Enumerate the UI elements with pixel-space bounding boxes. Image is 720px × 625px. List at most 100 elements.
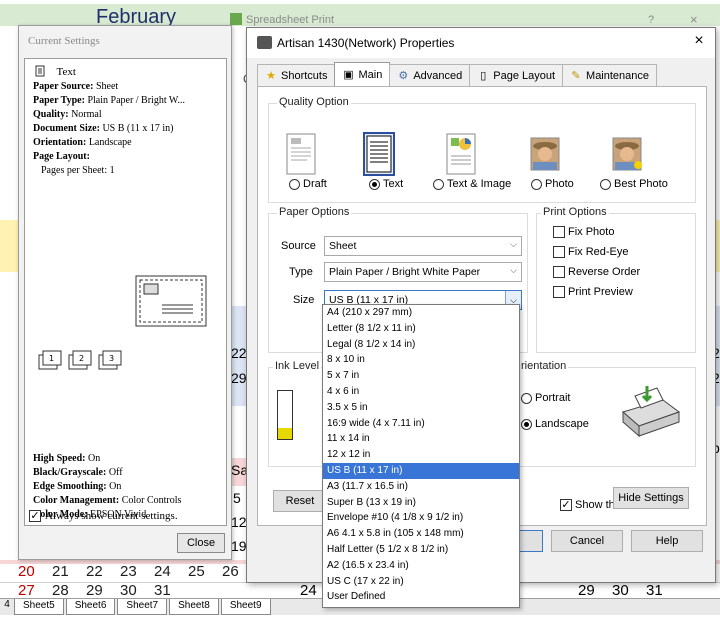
- checkbox-checked-icon[interactable]: ✓: [560, 499, 572, 511]
- sheet-scroll-label[interactable]: 4: [0, 599, 14, 615]
- help-button[interactable]: ?: [648, 14, 654, 26]
- tab-label: Maintenance: [586, 69, 650, 82]
- tab-advanced[interactable]: ⚙ Advanced: [389, 64, 471, 86]
- photo-radio[interactable]: Photo: [531, 178, 574, 190]
- tab-main[interactable]: ▣ Main: [334, 62, 391, 86]
- size-option[interactable]: US C (17 x 22 in): [323, 574, 519, 590]
- setting-row: Quality: Normal: [33, 109, 102, 120]
- tab-shortcuts[interactable]: ★ Shortcuts: [257, 64, 336, 86]
- size-option[interactable]: 5 x 7 in: [323, 368, 519, 384]
- size-option[interactable]: 11 x 14 in: [323, 431, 519, 447]
- setting-label: Edge Smoothing:: [33, 481, 107, 492]
- radio-selected-icon[interactable]: [521, 418, 532, 430]
- size-option[interactable]: User Defined: [323, 589, 519, 605]
- size-option[interactable]: Letter (8 1/2 x 11 in): [323, 321, 519, 337]
- draft-radio[interactable]: Draft: [289, 178, 327, 190]
- size-option[interactable]: A3 (11.7 x 16.5 in): [323, 479, 519, 495]
- calendar-day: 30: [612, 582, 629, 599]
- checkbox-icon[interactable]: [553, 246, 565, 258]
- setting-row: Edge Smoothing: On: [33, 481, 121, 492]
- size-option[interactable]: Envelope #10 (4 1/8 x 9 1/2 in): [323, 510, 519, 526]
- quality-option-group: Quality Option Draft Text Text & Image P…: [268, 96, 696, 203]
- hide-settings-button[interactable]: Hide Settings: [613, 487, 689, 509]
- calendar-day: 22: [86, 563, 103, 580]
- sheet-tab[interactable]: Sheet6: [65, 599, 116, 615]
- best-photo-radio[interactable]: Best Photo: [600, 178, 668, 190]
- media-label: Text: [56, 66, 76, 78]
- radio-icon[interactable]: [600, 178, 611, 190]
- text-image-radio[interactable]: Text & Image: [433, 178, 511, 190]
- size-option[interactable]: US B (11 x 17 in): [323, 462, 519, 479]
- setting-row: Orientation: Landscape: [33, 137, 132, 148]
- radio-label: Photo: [545, 178, 574, 190]
- portrait-radio[interactable]: Portrait: [521, 392, 570, 404]
- print-preview-checkbox[interactable]: Print Preview: [553, 286, 633, 298]
- radio-icon[interactable]: [521, 392, 532, 404]
- group-label: rientation: [519, 360, 569, 372]
- size-option[interactable]: 3.5 x 5 in: [323, 400, 519, 416]
- size-option[interactable]: 4 x 6 in: [323, 384, 519, 400]
- size-option[interactable]: A6 4.1 x 5.8 in (105 x 148 mm): [323, 526, 519, 542]
- sheet-tab[interactable]: Sheet5: [14, 599, 64, 615]
- size-option[interactable]: 16:9 wide (4 x 7.11 in): [323, 416, 519, 432]
- size-option[interactable]: Super B (13 x 19 in): [323, 495, 519, 511]
- close-button[interactable]: ×: [689, 32, 709, 50]
- fix-red-eye-checkbox[interactable]: Fix Red-Eye: [553, 246, 629, 258]
- checkbox-icon[interactable]: [553, 266, 565, 278]
- checkbox-icon[interactable]: [553, 226, 565, 238]
- gear-icon: ⚙: [398, 69, 409, 82]
- sheet-tab[interactable]: Sheet8: [169, 599, 219, 615]
- checkbox-checked-icon[interactable]: ✓: [29, 510, 41, 522]
- group-label: Quality Option: [277, 96, 351, 108]
- radio-icon[interactable]: [433, 178, 444, 190]
- radio-selected-icon[interactable]: [369, 178, 380, 190]
- svg-text:1: 1: [49, 354, 54, 363]
- checkbox-icon[interactable]: [553, 286, 565, 298]
- reverse-order-checkbox[interactable]: Reverse Order: [553, 266, 640, 278]
- group-label: Print Options: [541, 206, 609, 218]
- calendar-day: 27: [18, 582, 35, 599]
- close-button[interactable]: ×: [690, 12, 698, 27]
- fix-photo-checkbox[interactable]: Fix Photo: [553, 226, 614, 238]
- source-select[interactable]: Sheet ⌵: [324, 236, 522, 256]
- setting-row: Color Management: Color Controls: [33, 495, 181, 506]
- size-option[interactable]: Legal (8 1/2 x 14 in): [323, 337, 519, 353]
- setting-row: Paper Source: Sheet: [33, 81, 118, 92]
- text-radio[interactable]: Text: [369, 178, 403, 190]
- tab-maintenance[interactable]: ✎ Maintenance: [562, 64, 658, 86]
- ink-level-bar: [277, 390, 293, 440]
- size-option[interactable]: Half Letter (5 1/2 x 8 1/2 in): [323, 542, 519, 558]
- close-button[interactable]: Close: [177, 533, 225, 553]
- calendar-row: 27 28 29 30 31: [18, 582, 188, 599]
- type-select[interactable]: Plain Paper / Bright White Paper ⌵: [324, 262, 522, 282]
- reset-button[interactable]: Reset: [273, 490, 327, 512]
- bg-date: 29: [231, 370, 247, 386]
- calendar-day: 30: [120, 582, 137, 599]
- help-button[interactable]: Help: [631, 530, 703, 552]
- printer-icon: [257, 36, 272, 49]
- radio-icon[interactable]: [289, 178, 300, 190]
- size-option[interactable]: 12 x 12 in: [323, 447, 519, 463]
- setting-label: Document Size:: [33, 123, 100, 134]
- always-show-checkbox[interactable]: ✓ Always show current settings.: [29, 510, 178, 522]
- calendar-row: 20 21 22 23 24 25 26: [18, 563, 256, 580]
- landscape-radio[interactable]: Landscape: [521, 418, 589, 430]
- checkbox-label: Reverse Order: [568, 266, 641, 278]
- size-option[interactable]: 8 x 10 in: [323, 352, 519, 368]
- checkbox-label: Fix Red-Eye: [568, 246, 629, 258]
- size-option[interactable]: A2 (16.5 x 23.4 in): [323, 558, 519, 574]
- sheet-tab[interactable]: Sheet7: [117, 599, 168, 615]
- size-option[interactable]: A4 (210 x 297 mm): [323, 305, 519, 321]
- pages-per-sheet: Pages per Sheet: 1: [41, 165, 115, 176]
- sheet-tab[interactable]: Sheet9: [220, 599, 271, 615]
- setting-value: US B (11 x 17 in): [102, 123, 174, 134]
- tab-bar: ★ Shortcuts ▣ Main ⚙ Advanced ▯ Page Layout …: [257, 62, 658, 86]
- radio-icon[interactable]: [531, 178, 542, 190]
- setting-value: Normal: [71, 109, 102, 120]
- envelope-preview-icon: [135, 275, 207, 327]
- cancel-button[interactable]: Cancel: [551, 530, 623, 552]
- radio-label: Portrait: [535, 392, 571, 404]
- dialog-titlebar: Artisan 1430(Network) Properties ×: [247, 28, 715, 58]
- calendar-day: 28: [52, 582, 69, 599]
- tab-page-layout[interactable]: ▯ Page Layout: [469, 64, 564, 86]
